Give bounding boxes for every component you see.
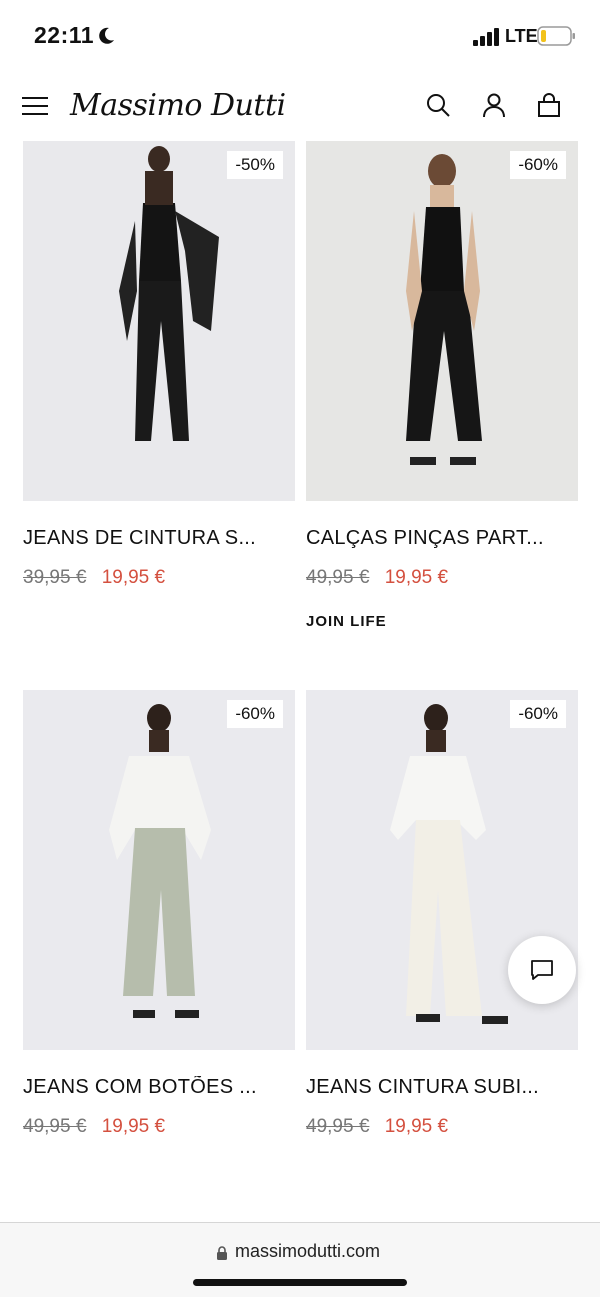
status-time: 22:11 [34, 22, 95, 48]
sale-price: 19,95 € [384, 567, 449, 588]
old-price: 39,95 € [23, 567, 87, 588]
browser-url-bar[interactable]: massimodutti.com [0, 1222, 600, 1297]
price-row: 49,95 € 19,95 € [306, 567, 448, 589]
product-name[interactable]: CALÇAS PINÇAS PART... [306, 527, 578, 550]
old-price: 49,95 € [306, 567, 370, 588]
moon-icon [99, 27, 114, 44]
home-indicator[interactable] [193, 1279, 407, 1286]
product-card[interactable]: -60% JEANS CINTURA SUBI... 49,95 € 19,95… [306, 690, 578, 1170]
chat-button[interactable] [508, 936, 576, 1004]
chat-bubble-icon [531, 960, 553, 980]
discount-badge: -50% [227, 151, 283, 179]
battery-icon [537, 26, 575, 46]
signal-icon [473, 28, 499, 46]
price-row: 39,95 € 19,95 € [23, 567, 165, 589]
user-account-icon[interactable] [481, 92, 507, 118]
discount-badge: -60% [227, 700, 283, 728]
join-life-tag: JOIN LIFE [306, 613, 387, 630]
old-price: 49,95 € [23, 1116, 87, 1137]
status-bar: 22:11 LTE [0, 0, 600, 72]
sale-price: 19,95 € [101, 567, 166, 588]
product-card[interactable]: -60% CALÇAS PINÇAS PART... 49,95 € 19,95… [306, 141, 578, 681]
discount-badge: -60% [510, 151, 566, 179]
discount-badge: -60% [510, 700, 566, 728]
price-row: 49,95 € 19,95 € [306, 1116, 448, 1138]
product-image[interactable] [23, 141, 295, 501]
product-card[interactable]: -60% JEANS COM BOTÕES ... 49,95 € 19,95 … [23, 690, 295, 1170]
price-row: 49,95 € 19,95 € [23, 1116, 165, 1138]
url-text[interactable]: massimodutti.com [235, 1241, 380, 1262]
network-label: LTE [505, 26, 538, 46]
hamburger-menu-icon[interactable] [22, 96, 48, 116]
site-header: Massimo Dutti [0, 72, 600, 140]
product-card[interactable]: -50% JEANS DE CINTURA S... 39,95 € 19,95… [23, 141, 295, 681]
sale-price: 19,95 € [384, 1116, 449, 1137]
product-name[interactable]: JEANS COM BOTÕES ... [23, 1076, 295, 1099]
search-icon[interactable] [425, 92, 451, 118]
sale-price: 19,95 € [101, 1116, 166, 1137]
brand-logo[interactable]: Massimo Dutti [70, 88, 286, 123]
product-name[interactable]: JEANS CINTURA SUBI... [306, 1076, 578, 1099]
product-name[interactable]: JEANS DE CINTURA S... [23, 527, 295, 550]
product-image[interactable] [23, 690, 295, 1050]
product-image[interactable] [306, 141, 578, 501]
shopping-bag-icon[interactable] [536, 92, 562, 118]
lock-icon [217, 1246, 227, 1260]
old-price: 49,95 € [306, 1116, 370, 1137]
